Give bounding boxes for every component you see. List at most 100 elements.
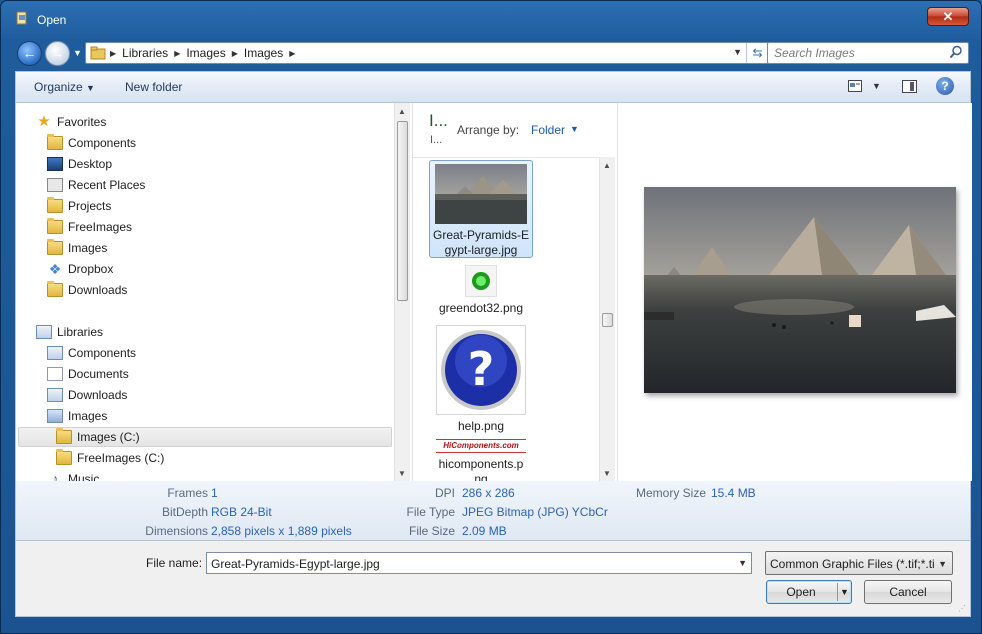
chevron-down-icon: ▼ xyxy=(938,559,947,569)
file-item[interactable]: HiComponents.com hicomponents.p ng xyxy=(429,436,533,481)
documents-icon xyxy=(47,367,63,381)
address-bar[interactable]: ▶ Libraries ▶ Images ▶ Images ▶ ▼ ⇆ xyxy=(85,42,769,64)
view-options-dropdown-icon[interactable]: ▼ xyxy=(872,81,881,91)
folder-icon xyxy=(90,46,106,60)
library-icon xyxy=(47,346,63,360)
sidebar-item-label: Documents xyxy=(68,367,129,381)
chevron-right-icon[interactable]: ▶ xyxy=(289,49,295,58)
breadcrumb-item[interactable]: Images xyxy=(244,46,283,60)
recent-pages-dropdown-icon[interactable]: ▼ xyxy=(73,48,83,58)
file-item[interactable]: greendot32.png xyxy=(429,262,533,315)
search-input[interactable] xyxy=(774,45,944,61)
desktop-icon xyxy=(47,157,63,171)
organize-button[interactable]: Organize ▼ xyxy=(34,80,95,94)
refresh-icon[interactable]: ⇆ xyxy=(746,43,768,63)
help-icon[interactable]: ? xyxy=(936,77,954,95)
open-options-dropdown-icon[interactable]: ▼ xyxy=(837,583,851,601)
cancel-button[interactable]: Cancel xyxy=(864,580,952,604)
app-icon xyxy=(16,11,27,25)
address-dropdown-icon[interactable]: ▼ xyxy=(733,47,742,57)
music-icon: ♪ xyxy=(51,471,59,482)
file-item[interactable]: ? help.png xyxy=(429,322,533,433)
preview-pane-toggle-icon[interactable] xyxy=(902,80,917,93)
scrollbar-thumb[interactable] xyxy=(397,121,408,301)
scroll-down-icon[interactable]: ▼ xyxy=(603,469,611,478)
sidebar-item-dropbox[interactable]: ❖ Dropbox xyxy=(47,259,114,279)
file-pane: I... I... Arrange by: Folder ▼ Great-Pyr… xyxy=(412,103,616,481)
sidebar-item-images-c[interactable]: Images (C:) xyxy=(18,427,392,447)
chevron-right-icon[interactable]: ▶ xyxy=(232,49,238,58)
resize-grip-icon[interactable]: ⋰ xyxy=(958,604,968,614)
sidebar-item-favorites[interactable]: ★ Favorites xyxy=(36,112,106,132)
file-name-line: ng xyxy=(474,472,488,481)
pictures-library-icon xyxy=(47,409,63,423)
search-box[interactable] xyxy=(767,42,969,64)
back-button[interactable]: ← xyxy=(17,41,42,66)
arrow-left-icon: ← xyxy=(22,45,37,61)
chevron-right-icon[interactable]: ▶ xyxy=(110,49,116,58)
sidebar-item-documents[interactable]: Documents xyxy=(47,364,129,384)
chevron-down-icon[interactable]: ▼ xyxy=(738,558,747,568)
sidebar-item-freeimages[interactable]: FreeImages xyxy=(47,217,132,237)
sidebar-item-downloads[interactable]: Downloads xyxy=(47,280,127,300)
open-button[interactable]: Open ▼ xyxy=(766,580,852,604)
scroll-up-icon[interactable]: ▲ xyxy=(398,107,406,116)
arrange-by-dropdown[interactable]: Folder xyxy=(531,123,565,137)
change-view-icon[interactable] xyxy=(848,80,862,92)
close-button[interactable]: ✕ xyxy=(927,7,969,26)
sidebar-item-label: Components xyxy=(68,346,137,360)
file-item[interactable]: Great-Pyramids-E gypt-large.jpg xyxy=(429,160,533,258)
file-name-combobox[interactable]: ▼ xyxy=(206,552,752,574)
file-type-filter-select[interactable]: Common Graphic Files (*.tif;*.ti ▼ xyxy=(765,551,953,575)
scroll-up-icon[interactable]: ▲ xyxy=(603,161,611,170)
file-name-line: Great-Pyramids-E xyxy=(432,228,530,242)
scroll-down-icon[interactable]: ▼ xyxy=(398,469,406,478)
folder-icon xyxy=(56,428,72,444)
breadcrumb-item[interactable]: Libraries xyxy=(122,46,168,60)
navigation-pane: ★ Favorites Components Desktop Recent Pl… xyxy=(16,103,411,481)
file-name: help.png xyxy=(457,419,505,433)
sidebar-item-projects[interactable]: Projects xyxy=(47,196,111,216)
preview-pane xyxy=(617,103,972,481)
sidebar-item-music[interactable]: ♪ Music xyxy=(47,469,100,482)
arrow-right-icon: → xyxy=(50,45,65,61)
file-list-scrollbar[interactable]: ▲ ▼ xyxy=(599,157,615,481)
sidebar-item-lib-downloads[interactable]: Downloads xyxy=(47,385,127,405)
dpi-value: 286 x 286 xyxy=(462,486,515,500)
sidebar-item-images[interactable]: Images xyxy=(47,238,107,258)
forward-button[interactable]: → xyxy=(45,41,70,66)
folder-icon xyxy=(47,197,63,213)
sidebar-item-desktop[interactable]: Desktop xyxy=(47,154,112,174)
file-name-input[interactable] xyxy=(211,556,721,571)
details-pane: Frames 1 BitDepth RGB 24-Bit Dimensions … xyxy=(15,481,971,541)
sidebar-item-label: FreeImages (C:) xyxy=(77,451,165,465)
breadcrumb: ▶ Libraries ▶ Images ▶ Images ▶ xyxy=(110,43,295,63)
search-icon[interactable] xyxy=(949,45,963,59)
sidebar-item-components[interactable]: Components xyxy=(47,133,136,153)
bitdepth-label: BitDepth xyxy=(161,505,208,519)
dimensions-value: 2,858 pixels x 1,889 pixels xyxy=(211,524,352,538)
file-name-line: gypt-large.jpg xyxy=(444,243,518,257)
scrollbar-thumb[interactable] xyxy=(602,313,613,327)
help-image-icon: ? xyxy=(436,325,526,415)
file-name: hicomponents.p ng xyxy=(429,457,533,481)
sidebar-item-lib-images[interactable]: Images xyxy=(47,406,107,426)
arrange-by-label: Arrange by: xyxy=(457,123,520,137)
breadcrumb-item[interactable]: Images xyxy=(186,46,225,60)
chevron-down-icon[interactable]: ▼ xyxy=(570,124,579,134)
new-folder-button[interactable]: New folder xyxy=(125,80,182,94)
sidebar-item-freeimages-c[interactable]: FreeImages (C:) xyxy=(56,448,164,468)
sidebar-item-label: Downloads xyxy=(68,283,128,297)
navigation-scrollbar[interactable]: ▲ ▼ xyxy=(394,103,410,481)
file-name-line: hicomponents.p xyxy=(438,457,524,471)
sidebar-item-lib-components[interactable]: Components xyxy=(47,343,136,363)
title-bar[interactable]: Open ✕ xyxy=(1,1,981,37)
sidebar-item-label: Images xyxy=(68,409,108,423)
dpi-label: DPI xyxy=(434,486,455,500)
frames-label: Frames xyxy=(167,486,208,500)
sidebar-item-libraries[interactable]: Libraries xyxy=(36,322,103,342)
sidebar-item-recent-places[interactable]: Recent Places xyxy=(47,175,145,195)
folder-icon xyxy=(47,281,63,297)
chevron-right-icon[interactable]: ▶ xyxy=(174,49,180,58)
library-icon xyxy=(47,388,63,402)
